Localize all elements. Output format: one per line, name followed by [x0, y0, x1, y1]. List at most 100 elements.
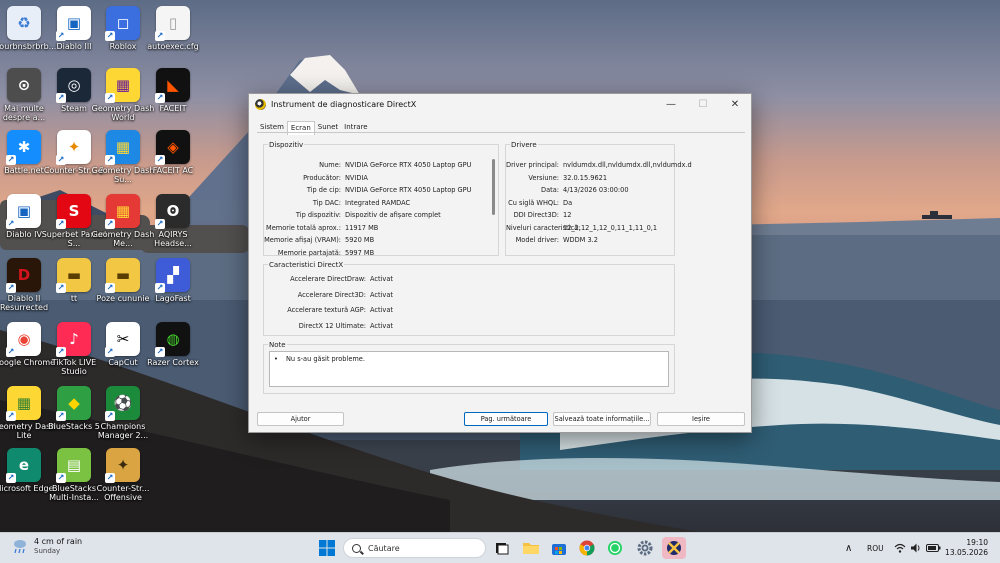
- clock-time: 19:10: [966, 538, 988, 547]
- shortcut-arrow-icon: ↗: [6, 473, 16, 483]
- next-page-button[interactable]: Pag. următoare: [464, 412, 548, 426]
- language-indicator[interactable]: ROU: [867, 544, 884, 553]
- file-explorer-button[interactable]: [521, 538, 541, 558]
- whatsapp-icon: [608, 541, 622, 555]
- weather-subtitle: Sunday: [34, 547, 61, 555]
- app-icon: ⊙: [7, 68, 41, 102]
- maximize-button[interactable]: ☐: [687, 94, 719, 114]
- desktop-icon[interactable]: ▯ ↗ autoexec.cfg: [141, 6, 205, 68]
- info-label: Tip de cip:: [306, 186, 341, 194]
- desktop-icon-label: Champions Manager 2...: [97, 422, 149, 440]
- exit-button[interactable]: Ieșire: [657, 412, 745, 426]
- info-label: Accelerare DirectDraw:: [290, 275, 366, 283]
- shortcut-arrow-icon: ↗: [105, 155, 115, 165]
- info-label: Accelerare Direct3D:: [297, 290, 366, 299]
- app-icon: ▦ ↗: [105, 68, 140, 103]
- shortcut-arrow-icon: ↗: [56, 219, 66, 229]
- app-icon: ▤ ↗: [56, 448, 91, 483]
- desktop-icon-label: FACEIT: [159, 104, 187, 113]
- info-label: Nume:: [319, 161, 341, 169]
- battery-icon[interactable]: [925, 538, 941, 558]
- shortcut-arrow-icon: ↗: [6, 411, 16, 421]
- gear-icon: [637, 540, 653, 556]
- shortcut-arrow-icon: ↗: [155, 347, 165, 357]
- weather-widget[interactable]: 4 cm of rain Sunday: [12, 537, 82, 555]
- desktop-icon[interactable]: ʘ ↗ AQIRYS Headse...: [141, 194, 205, 256]
- start-button[interactable]: [317, 538, 337, 558]
- info-value: 4/13/2026 03:00:00: [563, 186, 629, 194]
- wifi-icon[interactable]: [893, 538, 907, 558]
- directx-app-icon: [255, 98, 266, 110]
- info-label: Data:: [541, 186, 559, 194]
- shortcut-arrow-icon: ↗: [6, 283, 16, 293]
- notes-textbox[interactable]: • Nu s-au găsit probleme.: [269, 351, 669, 387]
- info-label: Tip dispozitiv:: [295, 211, 341, 219]
- task-view-button[interactable]: [492, 538, 512, 558]
- desktop-icon-label: Counter-Str... Offensive: [96, 484, 150, 502]
- app-icon: ◈ ↗: [155, 130, 190, 165]
- info-value: Activat: [370, 275, 393, 283]
- close-button[interactable]: ✕: [719, 94, 751, 114]
- app-icon: ▦ ↗: [6, 386, 41, 421]
- desktop-icon[interactable]: ✦ ↗ Counter-Str... Offensive: [91, 448, 155, 510]
- desktop-icon[interactable]: ◍ ↗ Razer Cortex: [141, 322, 205, 384]
- settings-taskbar-button[interactable]: [635, 538, 655, 558]
- store-bag-icon: [552, 544, 566, 555]
- info-value: Da: [563, 198, 573, 207]
- window-titlebar[interactable]: Instrument de diagnosticare DirectX — ☐ …: [249, 94, 751, 114]
- info-value: 12: [563, 211, 572, 219]
- help-button[interactable]: Ajutor: [257, 412, 344, 426]
- app-icon: ▞ ↗: [155, 258, 190, 293]
- shortcut-arrow-icon: ↗: [105, 411, 115, 421]
- whatsapp-taskbar-button[interactable]: [605, 538, 625, 558]
- clock-date: 13.05.2026: [945, 548, 988, 557]
- app-icon: ▦ ↗: [105, 194, 140, 229]
- search-icon: [352, 543, 361, 553]
- info-value: Integrated RAMDAC: [345, 198, 411, 207]
- minimize-button[interactable]: —: [655, 94, 687, 114]
- device-scrollbar[interactable]: [492, 159, 495, 215]
- tab-divider: [257, 132, 745, 133]
- shortcut-arrow-icon: ↗: [105, 283, 115, 293]
- info-value: NVIDIA GeForce RTX 4050 Laptop GPU: [345, 186, 472, 194]
- shortcut-arrow-icon: ↗: [155, 93, 165, 103]
- device-group-title: Dispozitiv: [268, 141, 305, 149]
- system-clock[interactable]: 19:10 13.05.2026: [945, 538, 988, 558]
- app-icon: ⚽ ↗: [105, 386, 140, 421]
- app-icon: ▯ ↗: [155, 6, 190, 41]
- shortcut-arrow-icon: ↗: [56, 283, 66, 293]
- desktop-icon[interactable]: ▞ ↗ LagoFast: [141, 258, 205, 320]
- info-label: Accelerare textură AGP:: [287, 306, 366, 314]
- app-icon: ◣ ↗: [155, 68, 190, 103]
- app-icon: ♪ ↗: [56, 322, 91, 357]
- app-icon: ▣ ↗: [56, 6, 91, 41]
- chrome-taskbar-button[interactable]: [577, 538, 597, 558]
- taskbar-search-box[interactable]: Căutare: [343, 538, 486, 558]
- shortcut-arrow-icon: ↗: [105, 347, 115, 357]
- notes-group-title: Note: [268, 341, 287, 349]
- desktop-icon-label: Razer Cortex: [147, 358, 199, 367]
- info-value: 12_2,12_1,12_0,11_1,11_0,1: [563, 223, 658, 232]
- info-label: Versiune:: [528, 173, 559, 182]
- info-label: Memorie afișaj (VRAM):: [264, 236, 341, 244]
- desktop-icon[interactable]: ⚽ ↗ Champions Manager 2...: [91, 386, 155, 448]
- desktop-icon-label: LagoFast: [155, 294, 191, 303]
- app-icon: ▬ ↗: [105, 258, 140, 293]
- info-label: Model driver:: [515, 236, 559, 244]
- notes-text: Nu s-au găsit probleme.: [286, 355, 365, 363]
- app-icon: ◎ ↗: [56, 68, 91, 103]
- save-all-info-button[interactable]: Salvează toate informațiile...: [553, 412, 651, 426]
- desktop-icon[interactable]: ◣ ↗ FACEIT: [141, 68, 205, 130]
- taskbar: 4 cm of rain Sunday Căutare ∧ ROU 19:10 …: [0, 532, 1000, 563]
- microsoft-store-button[interactable]: [549, 538, 569, 558]
- desktop-icon[interactable]: ◈ ↗ FACEIT AC: [141, 130, 205, 192]
- tray-overflow-chevron[interactable]: ∧: [845, 543, 852, 554]
- info-label: DirectX 12 Ultimate:: [298, 321, 366, 330]
- device-group: Dispozitiv Nume: NVIDIA GeForce RTX 4050 …: [263, 141, 499, 257]
- app-icon: e ↗: [6, 448, 41, 483]
- volume-icon[interactable]: [909, 538, 923, 558]
- info-value: 32.0.15.9621: [563, 173, 608, 182]
- app-icon: ✦ ↗: [56, 130, 91, 165]
- dxdiag-taskbar-button[interactable]: [662, 537, 686, 559]
- shortcut-arrow-icon: ↗: [105, 31, 115, 41]
